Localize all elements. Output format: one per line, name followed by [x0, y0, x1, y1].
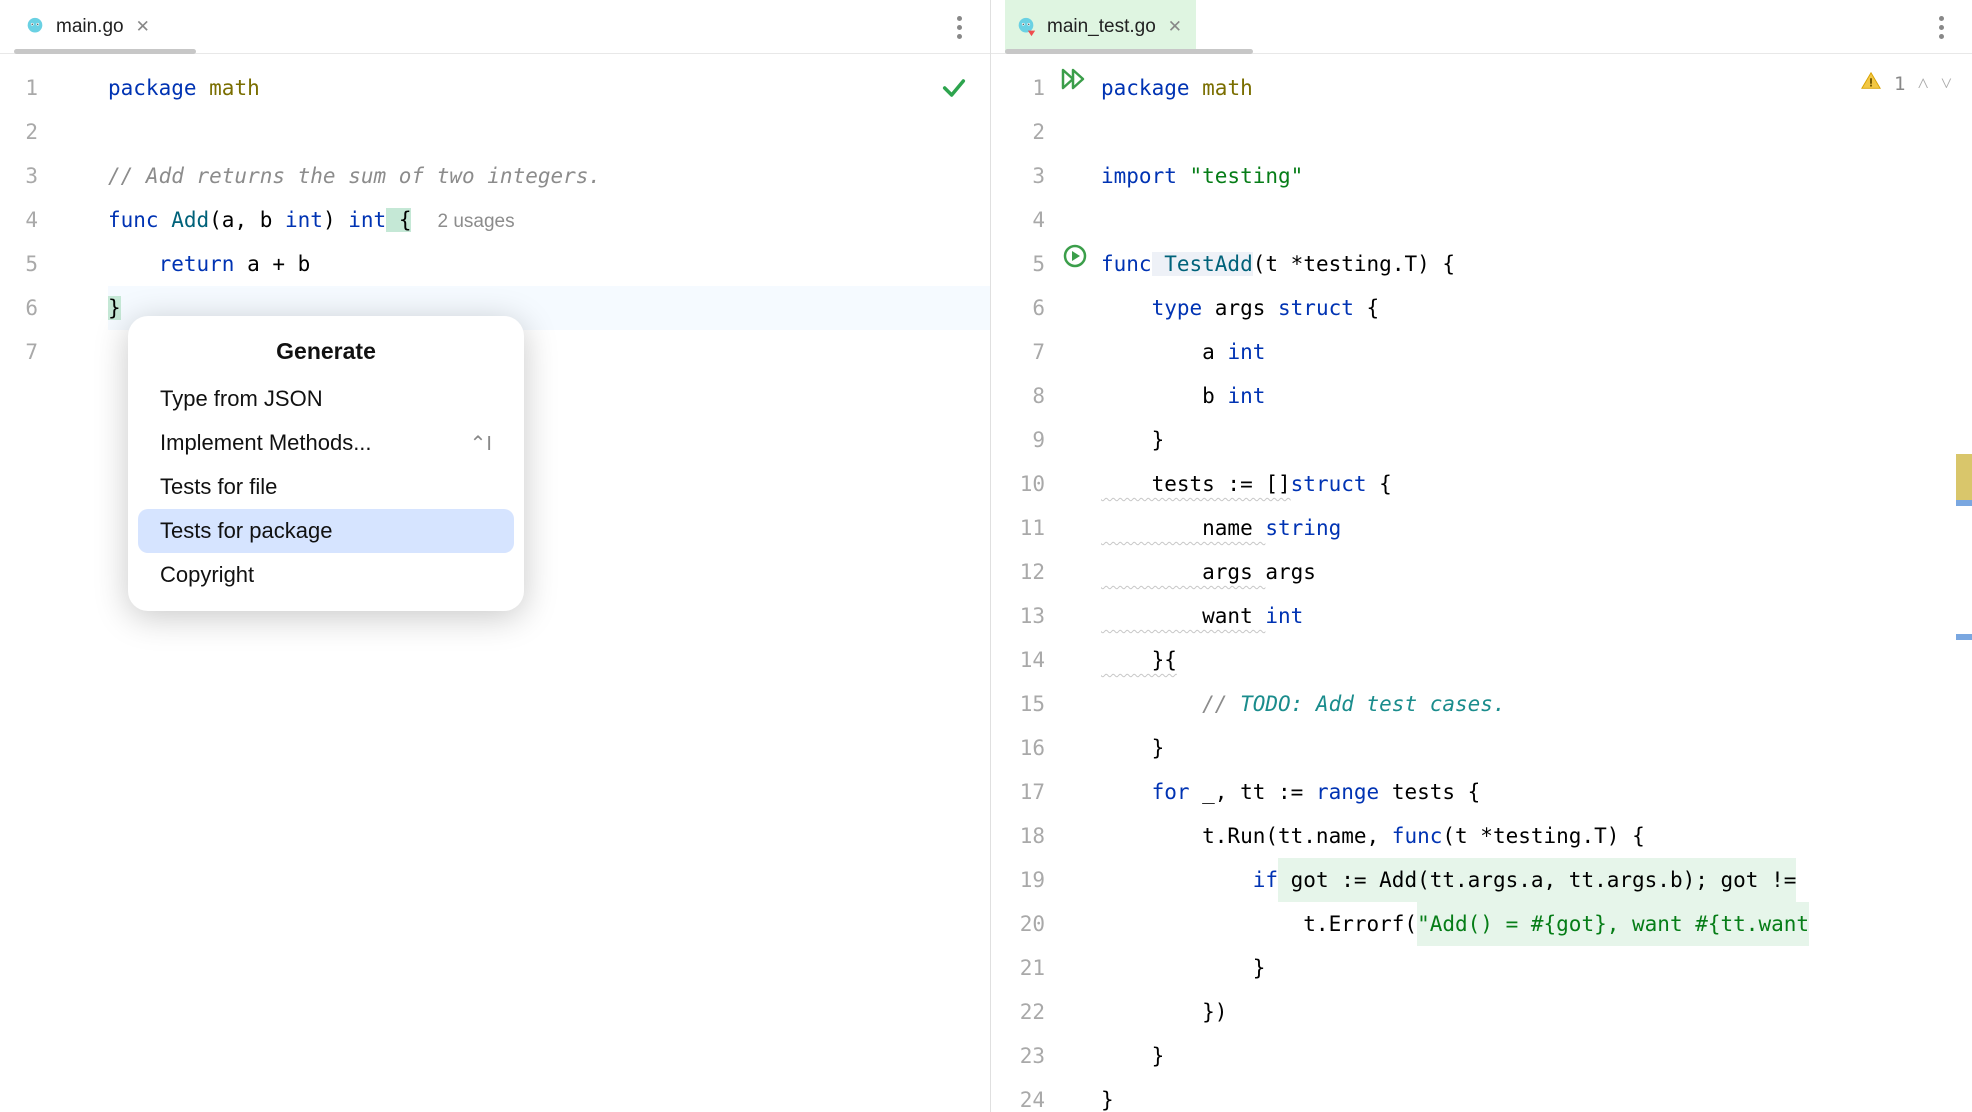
scroll-marker[interactable]: [1956, 500, 1972, 506]
chevron-down-icon[interactable]: ˅: [1941, 71, 1952, 96]
go-test-file-icon: [1015, 16, 1037, 38]
warning-count: 1: [1894, 73, 1905, 95]
usages-hint[interactable]: 2 usages: [437, 211, 514, 232]
scroll-marker[interactable]: [1956, 634, 1972, 640]
inspection-summary[interactable]: 1 ˄ ˅: [1860, 70, 1952, 97]
popup-item-implement-methods[interactable]: Implement Methods...⌃I: [138, 421, 514, 465]
scroll-marker-warning[interactable]: [1956, 454, 1972, 504]
line-gutter: 123456789101112131415161718192021222324: [991, 54, 1101, 1112]
editor-pane-right: main_test.go ✕ 1234567891011121314151617…: [991, 0, 1972, 1112]
generate-popup: Generate Type from JSON Implement Method…: [128, 316, 524, 611]
run-test-icon[interactable]: [1063, 244, 1087, 273]
chevron-up-icon[interactable]: ˄: [1917, 71, 1928, 96]
tab-label: main_test.go: [1047, 16, 1156, 38]
popup-item-tests-for-package[interactable]: Tests for package: [138, 509, 514, 553]
go-file-icon: [24, 16, 46, 38]
run-all-tests-icon[interactable]: [1061, 68, 1089, 95]
editor-pane-left: main.go ✕ 1234567 package math // Add re…: [0, 0, 991, 1112]
popup-item-tests-for-file[interactable]: Tests for file: [138, 465, 514, 509]
tab-main-test-go[interactable]: main_test.go ✕: [1005, 0, 1196, 53]
code-area-right[interactable]: package math import "testing" func TestA…: [1101, 54, 1972, 1112]
warning-icon: [1860, 70, 1882, 97]
popup-item-type-from-json[interactable]: Type from JSON: [138, 377, 514, 421]
popup-title: Generate: [128, 330, 524, 377]
close-icon[interactable]: ✕: [136, 17, 150, 37]
close-icon[interactable]: ✕: [1168, 17, 1182, 37]
tab-bar-right: main_test.go ✕: [991, 0, 1972, 54]
code-editor-right[interactable]: 123456789101112131415161718192021222324 …: [991, 54, 1972, 1112]
popup-item-copyright[interactable]: Copyright: [138, 553, 514, 597]
tab-more-menu-icon[interactable]: [946, 14, 972, 40]
line-gutter: 1234567: [0, 54, 108, 1112]
tab-main-go[interactable]: main.go ✕: [14, 0, 164, 53]
tab-label: main.go: [56, 16, 124, 38]
tab-more-menu-icon[interactable]: [1928, 14, 1954, 40]
tab-bar-left: main.go ✕: [0, 0, 990, 54]
inspection-ok-icon[interactable]: [940, 74, 968, 102]
